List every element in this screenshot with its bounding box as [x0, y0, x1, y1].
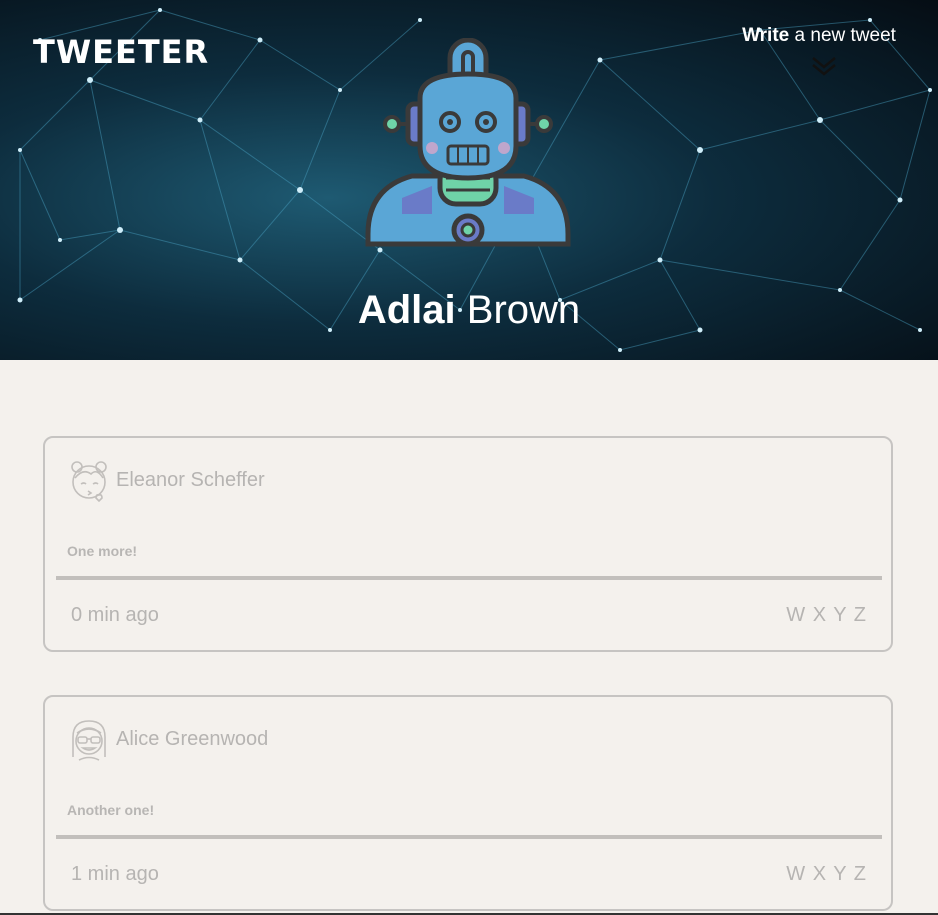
tweet-divider	[56, 576, 882, 580]
tweet-author: Alice Greenwood	[116, 728, 269, 750]
sunglasses-avatar-icon	[72, 720, 106, 761]
tweet-text: One more!	[67, 543, 138, 559]
robot-avatar-icon	[365, 38, 571, 247]
tweet-timestamp: 0 min ago	[71, 604, 159, 626]
profile-first-name: Adlai	[357, 288, 456, 332]
write-label-rest: a new tweet	[789, 25, 896, 46]
write-label-bold: Write	[742, 25, 790, 46]
tweet-author: Eleanor Scheffer	[116, 469, 265, 491]
tweet-timestamp: 1 min ago	[71, 863, 159, 885]
girl-avatar-icon	[71, 461, 107, 503]
profile-header: TWEETER Write a new tweet Adlai Brown	[0, 0, 938, 360]
tweet-divider	[56, 835, 882, 839]
tweet-card[interactable]: Alice Greenwood Another one! 1 min ago W…	[43, 695, 893, 911]
double-chevron-down-icon[interactable]	[811, 55, 837, 77]
write-tweet-link[interactable]: Write a new tweet	[734, 25, 904, 47]
tweet-text: Another one!	[67, 802, 155, 818]
tweet-card[interactable]: Eleanor Scheffer One more! 0 min ago W X…	[43, 436, 893, 652]
app-logo[interactable]: TWEETER	[33, 33, 209, 71]
profile-last-name: Brown	[466, 288, 581, 332]
tweet-actions[interactable]: W X Y Z	[786, 604, 867, 627]
profile-name: Adlai Brown	[0, 288, 938, 333]
tweet-actions[interactable]: W X Y Z	[786, 863, 867, 886]
